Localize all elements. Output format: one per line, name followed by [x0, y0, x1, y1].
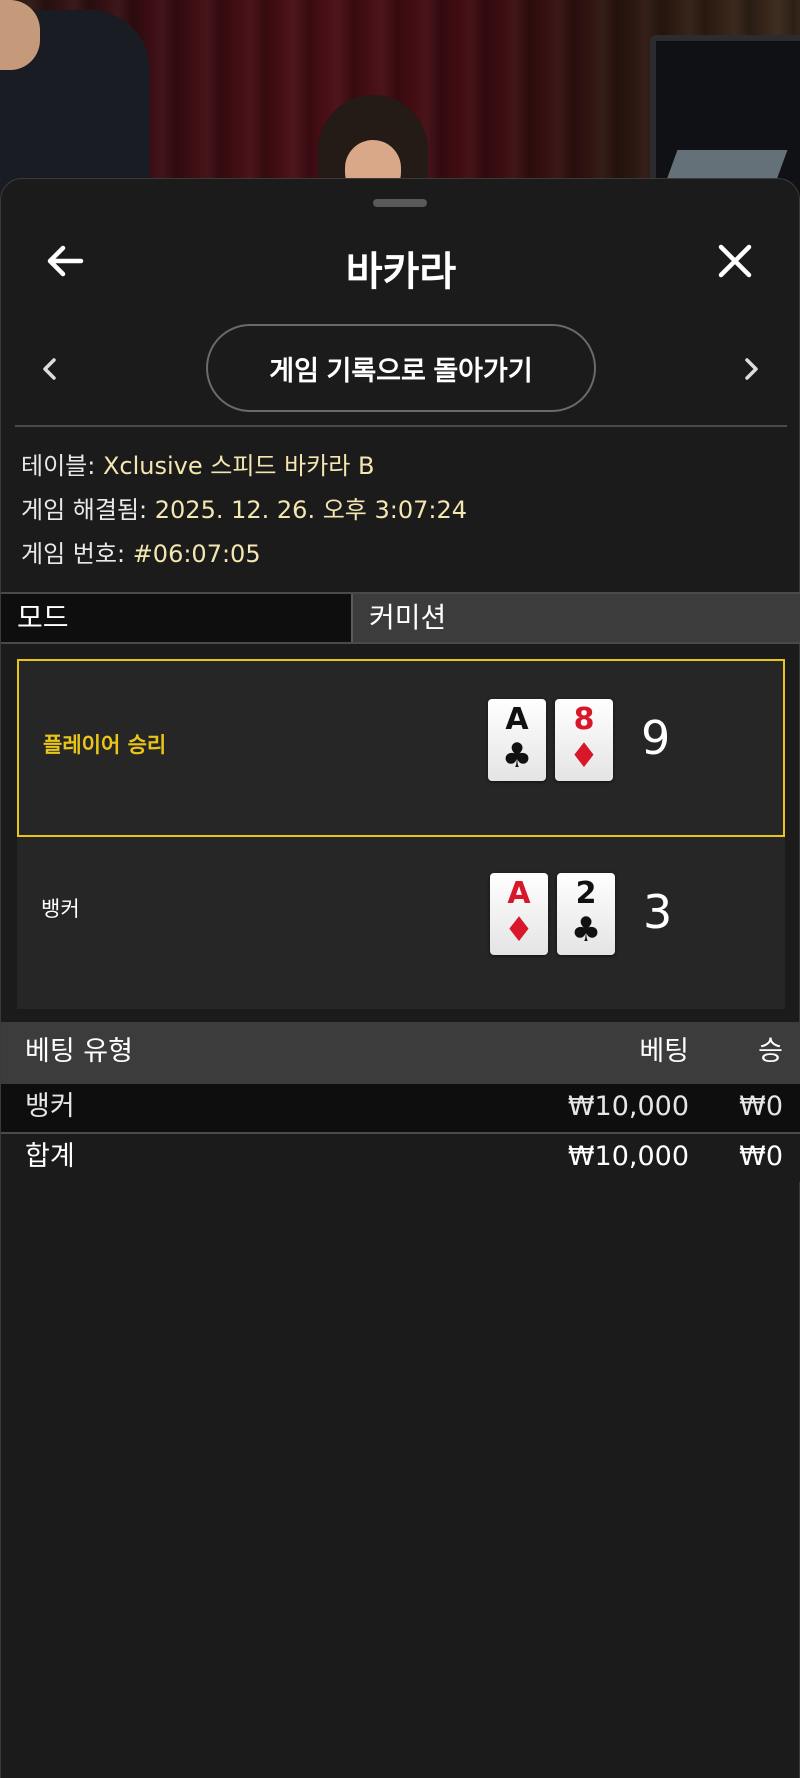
- resolved-value: 2025. 12. 26. 오후 3:07:24: [154, 496, 468, 524]
- total-row: 합계 ₩10,000 ₩0: [1, 1134, 800, 1182]
- banker-card-1: A ♦: [490, 873, 548, 955]
- resolved-info: 게임 해결됨: 2025. 12. 26. 오후 3:07:24: [21, 488, 781, 532]
- win-amount: ₩0: [739, 1091, 783, 1122]
- player-win-label: 플레이어 승리: [43, 733, 167, 757]
- drag-handle[interactable]: [373, 199, 427, 207]
- banker-label: 뱅커: [41, 897, 80, 921]
- banker-score: 3: [643, 885, 673, 939]
- win-header: 승: [758, 1036, 783, 1067]
- chevron-right-icon[interactable]: [736, 354, 766, 384]
- total-win: ₩0: [739, 1141, 783, 1172]
- monitor-logo: [666, 150, 788, 180]
- card-rank: A: [505, 702, 529, 737]
- back-to-history-button[interactable]: 게임 기록으로 돌아가기: [206, 324, 596, 412]
- bet-amount-header: 베팅: [639, 1036, 689, 1067]
- card-rank: A: [507, 876, 531, 911]
- bet-type-header: 베팅 유형: [25, 1036, 133, 1067]
- close-icon[interactable]: [711, 237, 759, 285]
- mode-label: 모드: [1, 594, 351, 642]
- banker-card-2: 2 ♣: [557, 873, 615, 955]
- player-result-row: 플레이어 승리 A ♣ 8 ♦ 9: [17, 659, 785, 837]
- resolved-label: 게임 해결됨:: [21, 496, 148, 524]
- mode-value: 커미션: [351, 594, 800, 642]
- card-rank: 8: [573, 702, 595, 737]
- live-video-background: [0, 0, 800, 200]
- player-card-2: 8 ♦: [555, 699, 613, 781]
- player-card-1: A ♣: [488, 699, 546, 781]
- page-title: 바카라: [345, 249, 457, 295]
- game-number-label: 게임 번호:: [21, 540, 126, 568]
- total-label: 합계: [25, 1141, 75, 1172]
- divider: [15, 425, 787, 427]
- game-detail-sheet: 바카라 게임 기록으로 돌아가기 테이블: Xclusive 스피드 바카라 B…: [0, 178, 800, 1778]
- mode-row: 모드 커미션: [1, 592, 800, 644]
- club-suit-icon: ♣: [501, 736, 533, 776]
- bets-table-header: 베팅 유형 베팅 승: [1, 1022, 800, 1084]
- bet-amount: ₩10,000: [567, 1091, 689, 1122]
- table-value: Xclusive 스피드 바카라 B: [102, 452, 375, 480]
- card-rank: 2: [575, 876, 597, 911]
- diamond-suit-icon: ♦: [503, 910, 535, 950]
- bet-type: 뱅커: [25, 1091, 75, 1122]
- diamond-suit-icon: ♦: [568, 736, 600, 776]
- sheet-header: 바카라: [1, 219, 800, 309]
- player-score: 9: [641, 711, 671, 765]
- game-info: 테이블: Xclusive 스피드 바카라 B 게임 해결됨: 2025. 12…: [21, 444, 781, 576]
- game-number-value: #06:07:05: [132, 540, 261, 568]
- club-suit-icon: ♣: [570, 910, 602, 950]
- banker-result-row: 뱅커 A ♦ 2 ♣ 3: [17, 837, 785, 1009]
- table-info: 테이블: Xclusive 스피드 바카라 B: [21, 444, 781, 488]
- round-result: 플레이어 승리 A ♣ 8 ♦ 9 뱅커 A ♦ 2 ♣ 3: [17, 659, 785, 1009]
- chevron-left-icon[interactable]: [35, 354, 65, 384]
- game-number-info: 게임 번호: #06:07:05: [21, 532, 781, 576]
- table-label: 테이블:: [21, 452, 96, 480]
- total-bet: ₩10,000: [567, 1141, 689, 1172]
- game-navigation: 게임 기록으로 돌아가기: [1, 324, 800, 414]
- table-row: 뱅커 ₩10,000 ₩0: [1, 1084, 800, 1132]
